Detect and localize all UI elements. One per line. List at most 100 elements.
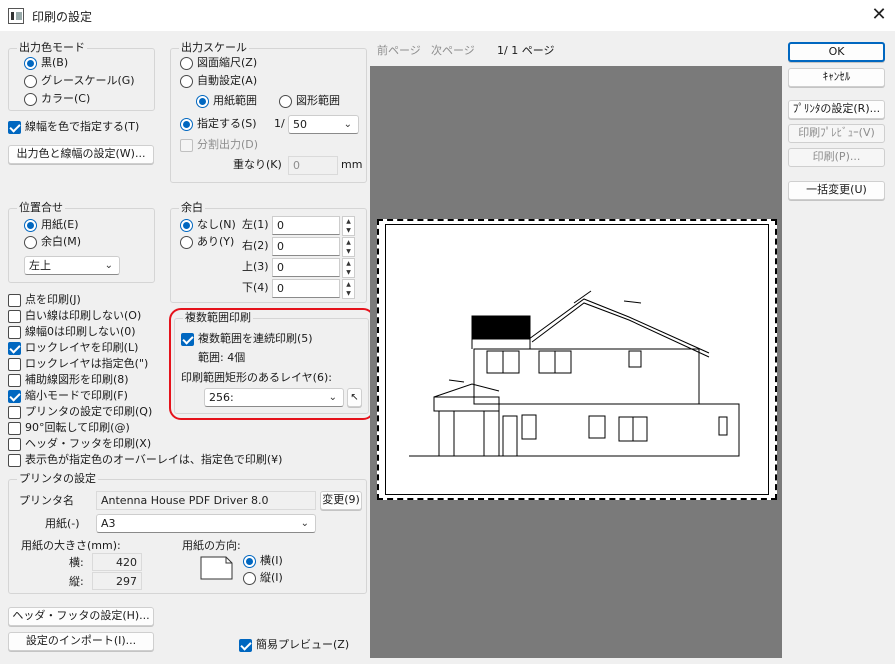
color-gray-radio[interactable] [24, 75, 37, 88]
position-paper-label: 用紙(E) [41, 218, 79, 231]
color-gray-label: グレースケール(G) [41, 74, 135, 87]
cancel-button[interactable]: ｷｬﾝｾﾙ [788, 68, 885, 87]
output-color-title: 出力色モード [17, 41, 87, 55]
line-width-color-label: 線幅を色で指定する(T) [25, 120, 140, 133]
print-aux-lines-checkbox[interactable] [8, 374, 21, 387]
color-black-radio[interactable] [24, 57, 37, 70]
portrait-radio[interactable] [243, 572, 256, 585]
margin-left-field[interactable]: 0 [272, 216, 340, 235]
margin-top-field[interactable]: 0 [272, 258, 340, 277]
paper-label: 用紙(-) [45, 517, 80, 530]
change-printer-button[interactable]: 変更(9) [320, 491, 362, 510]
position-margin-radio[interactable] [24, 236, 37, 249]
paper-range-radio[interactable] [196, 95, 209, 108]
printer-settings-button[interactable]: ﾌﾟﾘﾝﾀの設定(R)... [788, 100, 885, 119]
scale-ratio-combo[interactable]: 50 ⌄ [288, 115, 359, 134]
printer-settings-print-label: プリンタの設定で印刷(Q) [25, 405, 153, 418]
printer-settings-print-checkbox[interactable] [8, 406, 21, 419]
chevron-down-icon: ⌄ [104, 260, 113, 271]
paper-height-label: 縦: [69, 575, 84, 588]
printer-title: プリンタの設定 [17, 472, 98, 486]
figure-range-label: 図形範囲 [296, 94, 340, 107]
preview-paper [377, 219, 777, 500]
no-white-lines-label: 白い線は印刷しない(O) [25, 309, 142, 322]
margin-left-label: 左(1) [242, 218, 269, 231]
reduced-mode-label: 縮小モードで印刷(F) [25, 389, 128, 402]
margin-bottom-field[interactable]: 0 [272, 279, 340, 298]
margin-right-label: 右(2) [242, 239, 269, 252]
scale-drawing-radio[interactable] [180, 57, 193, 70]
margin-top-spinner[interactable]: ▲ ▼ [342, 258, 355, 278]
margin-bottom-spinner[interactable]: ▲ ▼ [342, 279, 355, 299]
figure-range-radio[interactable] [279, 95, 292, 108]
paper-width-label: 横: [69, 556, 84, 569]
paper-combo[interactable]: A3 ⌄ [96, 514, 316, 533]
printer-name-field: Antenna House PDF Driver 8.0 [96, 491, 316, 510]
print-button[interactable]: 印刷(P)... [788, 148, 885, 167]
simple-preview-checkbox[interactable] [239, 639, 252, 652]
print-points-label: 点を印刷(J) [25, 293, 81, 306]
overlap-unit: mm [341, 158, 363, 171]
print-preview-button[interactable]: 印刷ﾌﾟﾚﾋﾞｭｰ(V) [788, 124, 885, 143]
import-settings-button[interactable]: 設定のインポート(I)... [8, 632, 154, 651]
app-icon [8, 8, 24, 24]
locked-layer-color-label: ロックレイヤは指定色(") [25, 357, 149, 370]
split-output-label: 分割出力(D) [197, 138, 259, 151]
locked-layer-color-checkbox[interactable] [8, 358, 21, 371]
header-footer-settings-button[interactable]: ヘッダ・フッタの設定(H)... [8, 607, 154, 626]
paper-size-label: 用紙の大きさ(mm): [21, 539, 121, 552]
scale-specify-label: 指定する(S) [197, 117, 257, 130]
orientation-label: 用紙の方向: [182, 539, 241, 552]
margin-some-label: あり(Y) [197, 235, 235, 248]
print-points-checkbox[interactable] [8, 294, 21, 307]
margin-title: 余白 [179, 201, 205, 215]
position-title: 位置合せ [17, 201, 65, 215]
color-black-label: 黒(B) [41, 56, 69, 69]
close-icon[interactable]: ✕ [866, 3, 892, 27]
house-elevation-drawing [409, 290, 740, 457]
rotate-90-checkbox[interactable] [8, 422, 21, 435]
position-margin-label: 余白(M) [41, 235, 82, 248]
next-page-button[interactable]: 次ページ [431, 44, 475, 58]
align-combo[interactable]: 左上 ⌄ [24, 256, 120, 275]
print-locked-layer-label: ロックレイヤを印刷(L) [25, 341, 139, 354]
split-output-checkbox[interactable] [180, 139, 193, 152]
print-header-footer-checkbox[interactable] [8, 438, 21, 451]
margin-some-radio[interactable] [180, 236, 193, 249]
scale-auto-radio[interactable] [180, 75, 193, 88]
align-value: 左上 [29, 259, 51, 272]
color-color-radio[interactable] [24, 93, 37, 106]
margin-right-spinner[interactable]: ▲ ▼ [342, 237, 355, 257]
overlap-field[interactable]: 0 [288, 156, 338, 175]
scale-specify-radio[interactable] [180, 118, 193, 131]
margin-left-spinner[interactable]: ▲ ▼ [342, 216, 355, 236]
prev-page-button[interactable]: 前ページ [377, 44, 421, 58]
color-color-label: カラー(C) [41, 92, 91, 105]
overlap-label: 重なり(K) [233, 158, 282, 171]
scale-ratio-value: 50 [293, 118, 307, 131]
no-zero-width-checkbox[interactable] [8, 326, 21, 339]
ok-button[interactable]: OK [788, 42, 885, 62]
print-aux-lines-label: 補助線図形を印刷(8) [25, 373, 129, 386]
line-width-color-checkbox[interactable] [8, 121, 21, 134]
margin-none-label: なし(N) [197, 218, 236, 231]
no-white-lines-checkbox[interactable] [8, 310, 21, 323]
scale-drawing-label: 図面縮尺(Z) [197, 56, 258, 69]
landscape-paper-icon [200, 556, 233, 580]
paper-width-field: 420 [92, 553, 142, 571]
margin-none-radio[interactable] [180, 219, 193, 232]
paper-height-field: 297 [92, 572, 142, 590]
batch-change-button[interactable]: 一括変更(U) [788, 181, 885, 200]
overlay-color-checkbox[interactable] [8, 454, 21, 467]
chevron-down-icon: ⌄ [343, 119, 352, 130]
print-locked-layer-checkbox[interactable] [8, 342, 21, 355]
output-color-width-button[interactable]: 出力色と線幅の設定(W)... [8, 145, 154, 164]
landscape-radio[interactable] [243, 555, 256, 568]
margin-right-field[interactable]: 0 [272, 237, 340, 256]
scale-auto-label: 自動設定(A) [197, 74, 258, 87]
scale-ratio-prefix: 1/ [274, 117, 285, 130]
landscape-label: 横(I) [260, 554, 283, 567]
reduced-mode-checkbox[interactable] [8, 390, 21, 403]
print-header-footer-label: ヘッダ・フッタを印刷(X) [25, 437, 152, 450]
position-paper-radio[interactable] [24, 219, 37, 232]
